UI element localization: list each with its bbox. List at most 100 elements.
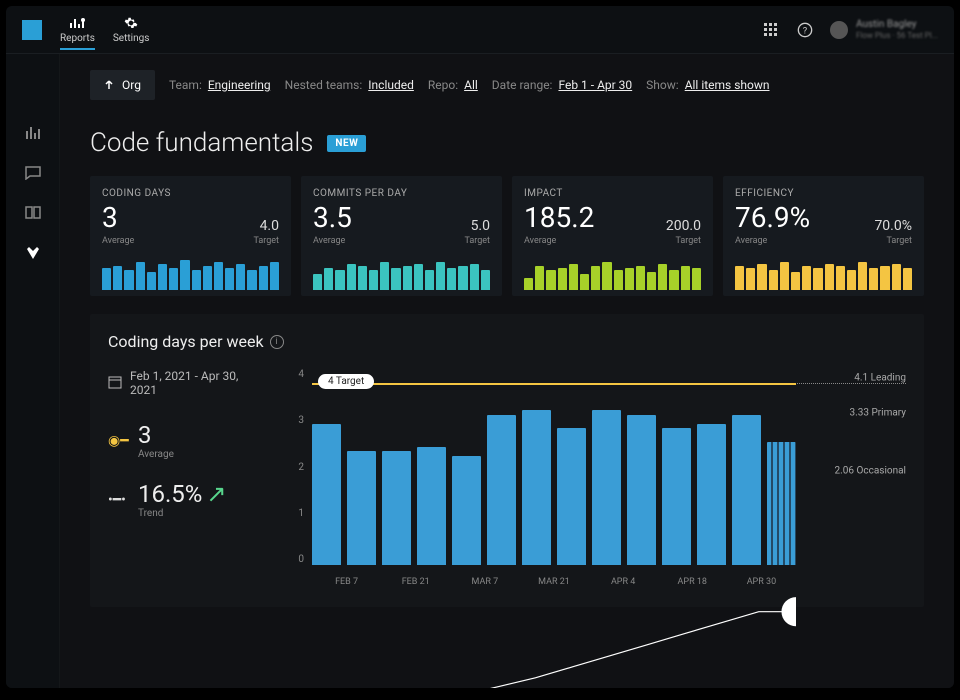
kpi-value: 76.9%: [735, 201, 810, 234]
chart-bar[interactable]: [417, 447, 446, 566]
kpi-target: 5.0: [471, 218, 490, 234]
rail-icon-diamond[interactable]: [24, 244, 42, 262]
detail-trend-value: 16.5%: [138, 480, 202, 508]
chart-bar[interactable]: [452, 456, 481, 565]
kpi-value: 3: [102, 201, 118, 234]
chart-y-axis: 43210: [288, 369, 304, 565]
kpi-target-label: Target: [464, 236, 490, 246]
filter-nested-label: Nested teams:: [285, 78, 363, 92]
main-area: Org Team: Engineering Nested teams: Includ…: [6, 54, 954, 688]
detail-side: Feb 1, 2021 - Apr 30, 2021 ◉━ 3 Average …: [108, 369, 268, 589]
legend-item: 2.06 Occasional: [835, 466, 906, 477]
page-title-row: Code fundamentals NEW: [90, 128, 924, 158]
filter-show-label: Show:: [646, 78, 679, 92]
reports-icon: [68, 16, 86, 30]
kpi-card[interactable]: IMPACT 185.2 200.0 Average Target: [512, 176, 713, 296]
user-sub-label: Flow Plus · 56 Test Pl...: [856, 31, 938, 40]
user-menu[interactable]: Austin Bagley Flow Plus · 56 Test Pl...: [830, 19, 938, 40]
kpi-value-label: Average: [313, 236, 345, 246]
rail-icon-book[interactable]: [24, 204, 42, 222]
filter-nested-value[interactable]: Included: [368, 78, 414, 92]
kpi-card[interactable]: EFFICIENCY 76.9% 70.0% Average Target: [723, 176, 924, 296]
kpi-title: COMMITS PER DAY: [313, 188, 490, 199]
chart-bar[interactable]: [592, 410, 621, 565]
detail-title: Coding days per week: [108, 332, 264, 351]
detail-trend-label: Trend: [138, 508, 226, 519]
kpi-value: 185.2: [524, 201, 594, 234]
kpi-value-label: Average: [735, 236, 767, 246]
kpi-title: CODING DAYS: [102, 188, 279, 199]
app-frame: Reports Settings ? Austin Bagley Flow Pl…: [6, 6, 954, 688]
kpi-sparkline: [102, 250, 279, 290]
kpi-value: 3.5: [313, 201, 352, 234]
kpi-title: EFFICIENCY: [735, 188, 912, 199]
target-line: [312, 383, 796, 385]
rail-icon-bars[interactable]: [24, 124, 42, 142]
kpi-value-label: Average: [524, 236, 556, 246]
apps-grid-icon[interactable]: [760, 19, 782, 41]
chart-bar[interactable]: [312, 424, 341, 565]
chart-bar[interactable]: [662, 428, 691, 565]
detail-avg-value: 3: [138, 421, 174, 449]
chart-bar[interactable]: [522, 410, 551, 565]
kpi-sparkline: [313, 250, 490, 290]
legend-item: 3.33 Primary: [849, 408, 906, 419]
kpi-card[interactable]: COMMITS PER DAY 3.5 5.0 Average Target: [301, 176, 502, 296]
chart-bar[interactable]: [347, 451, 376, 565]
detail-panel: Coding days per week i Feb 1, 2021 - Apr…: [90, 314, 924, 607]
detail-avg-label: Average: [138, 449, 174, 460]
org-button[interactable]: Org: [90, 70, 155, 100]
chart-bar[interactable]: [627, 415, 656, 565]
page-title: Code fundamentals: [90, 128, 313, 158]
chart-bar[interactable]: [487, 415, 516, 565]
app-logo-icon[interactable]: [22, 20, 42, 40]
filter-team-value[interactable]: Engineering: [208, 78, 271, 92]
chart-bar[interactable]: [732, 415, 761, 565]
filter-bar: Org Team: Engineering Nested teams: Includ…: [90, 70, 924, 100]
tab-reports[interactable]: Reports: [60, 16, 95, 50]
kpi-target: 70.0%: [874, 218, 912, 234]
kpi-target: 200.0: [666, 218, 701, 234]
chart-bar[interactable]: [557, 428, 586, 565]
coding-days-chart: 43210 4 Target 4.1 Leading3.33 Primary2.…: [288, 369, 906, 589]
avatar: [830, 21, 848, 39]
chart-bar[interactable]: [767, 442, 796, 565]
info-icon[interactable]: i: [270, 335, 284, 349]
tab-reports-label: Reports: [60, 33, 95, 44]
calendar-icon[interactable]: [108, 375, 122, 392]
filter-show-value[interactable]: All items shown: [685, 78, 770, 92]
tab-settings-label: Settings: [113, 33, 150, 44]
gear-icon: [122, 16, 140, 30]
user-name-label: Austin Bagley: [856, 19, 938, 31]
kpi-target: 4.0: [260, 218, 279, 234]
content: Org Team: Engineering Nested teams: Includ…: [60, 54, 954, 688]
target-icon: ◉━: [108, 433, 128, 449]
kpi-target-label: Target: [253, 236, 279, 246]
help-icon[interactable]: ?: [794, 19, 816, 41]
chart-x-axis: FEB 7FEB 21MAR 7MAR 21APR 4APR 18APR 30: [312, 577, 796, 587]
kpi-value-label: Average: [102, 236, 134, 246]
new-badge: NEW: [327, 135, 366, 152]
kpi-card[interactable]: CODING DAYS 3 4.0 Average Target: [90, 176, 291, 296]
filter-date-label: Date range:: [492, 78, 553, 92]
trend-up-icon: ↗: [206, 480, 226, 508]
svg-text:?: ?: [803, 25, 808, 36]
trend-icon: •━•: [108, 492, 128, 508]
kpi-sparkline: [735, 250, 912, 290]
kpi-target-label: Target: [886, 236, 912, 246]
filter-repo-label: Repo:: [428, 78, 458, 92]
filter-repo-value[interactable]: All: [464, 78, 478, 92]
left-rail: [6, 54, 60, 688]
chart-bars: [312, 369, 796, 565]
top-nav: Reports Settings ? Austin Bagley Flow Pl…: [6, 6, 954, 54]
detail-date-range: Feb 1, 2021 - Apr 30, 2021: [130, 369, 268, 397]
kpi-row: CODING DAYS 3 4.0 Average Target COMMITS…: [90, 176, 924, 296]
arrow-up-icon: [104, 80, 114, 90]
chart-bar[interactable]: [382, 451, 411, 565]
filter-date-value[interactable]: Feb 1 - Apr 30: [558, 78, 632, 92]
filter-team-label: Team:: [169, 78, 202, 92]
rail-icon-chat[interactable]: [24, 164, 42, 182]
tab-settings[interactable]: Settings: [113, 16, 150, 44]
kpi-target-label: Target: [675, 236, 701, 246]
chart-bar[interactable]: [697, 424, 726, 565]
